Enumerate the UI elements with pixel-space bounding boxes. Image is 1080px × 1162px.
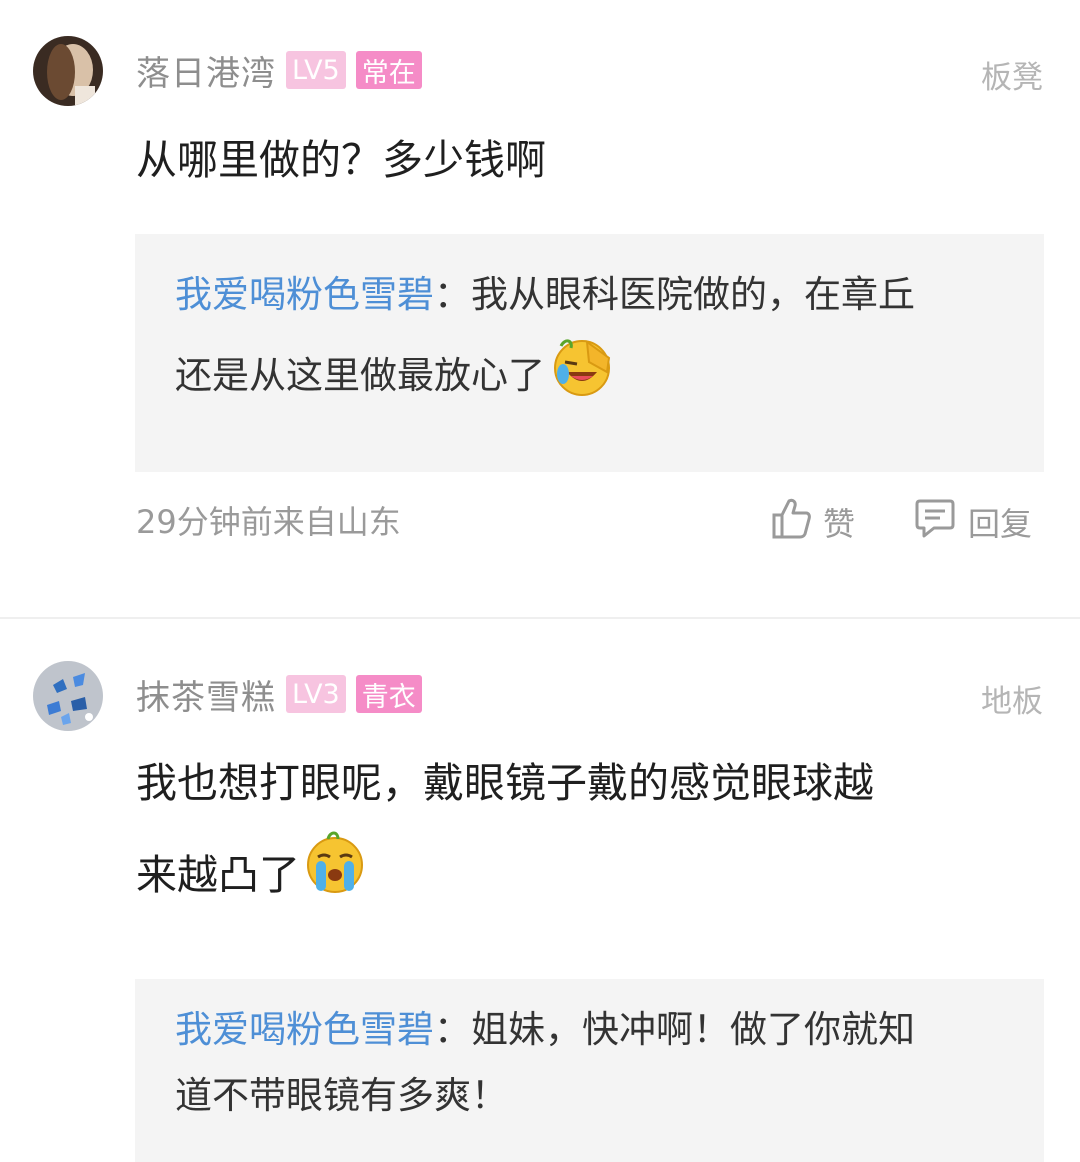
reply-text-line2: 还是从这里做最放心了 [175, 354, 545, 397]
avatar[interactable] [33, 661, 103, 731]
reply-text-line2: 道不带眼镜有多爽！ [175, 1074, 508, 1117]
reply-box[interactable]: 我爱喝粉色雪碧：姐妹，快冲啊！做了你就知 道不带眼镜有多爽！ [135, 979, 1044, 1162]
like-button[interactable]: 赞 [771, 497, 855, 547]
comment-text-line2: 来越凸了 [136, 851, 300, 899]
reply-author[interactable]: 我爱喝粉色雪碧 [175, 273, 434, 316]
thumbs-up-icon [771, 497, 823, 547]
reply-button[interactable]: 回复 [914, 497, 1032, 547]
reply-line: 还是从这里做最放心了 [175, 332, 1004, 423]
level-badge: LV5 [286, 51, 346, 89]
title-badge: 常在 [355, 51, 422, 89]
avatar[interactable] [33, 36, 103, 106]
username[interactable]: 抹茶雪糕 [136, 670, 276, 719]
like-label: 赞 [823, 505, 856, 543]
title-badge: 青衣 [355, 675, 422, 713]
level-badge: LV3 [286, 675, 346, 713]
comment-text: 从哪里做的？多少钱啊 [136, 136, 546, 184]
reply-separator: ： [434, 1008, 471, 1051]
reply-separator: ： [434, 273, 471, 316]
reply-line: 我爱喝粉色雪碧：我从眼科医院做的，在章丘 [175, 258, 1004, 332]
floor-label: 板凳 [981, 60, 1043, 96]
reply-line: 道不带眼镜有多爽！ [175, 1063, 1004, 1129]
time-location: 29分钟前来自山东 [136, 503, 401, 541]
reply-author[interactable]: 我爱喝粉色雪碧 [175, 1008, 434, 1051]
comment-header: 落日港湾 LV5 常在 [136, 46, 422, 95]
comment-item: 落日港湾 LV5 常在 板凳 从哪里做的？多少钱啊 我爱喝粉色雪碧：我从眼科医院… [0, 0, 1080, 617]
crying-emoji-icon [302, 829, 368, 927]
reply-line: 我爱喝粉色雪碧：姐妹，快冲啊！做了你就知 [175, 997, 1004, 1063]
comment-icon [914, 497, 968, 547]
reply-text-line1: 我从眼科医院做的，在章丘 [471, 273, 915, 316]
comment-header: 抹茶雪糕 LV3 青衣 [136, 670, 422, 719]
comment-item: 抹茶雪糕 LV3 青衣 地板 我也想打眼呢，戴眼镜子戴的感觉眼球越 来越凸了 我… [0, 619, 1080, 1162]
comment-text-line1: 我也想打眼呢，戴眼镜子戴的感觉眼球越 [136, 759, 874, 807]
username[interactable]: 落日港湾 [136, 46, 276, 95]
floor-label: 地板 [981, 684, 1043, 720]
reply-label: 回复 [968, 505, 1033, 543]
reply-box[interactable]: 我爱喝粉色雪碧：我从眼科医院做的，在章丘 还是从这里做最放心了 [135, 234, 1044, 472]
comment-text-line2-wrap: 来越凸了 [136, 829, 1016, 927]
facepalm-laugh-emoji-icon [547, 332, 613, 423]
comment-text: 我也想打眼呢，戴眼镜子戴的感觉眼球越 来越凸了 [136, 737, 1016, 927]
reply-text-line1: 姐妹，快冲啊！做了你就知 [471, 1008, 915, 1051]
